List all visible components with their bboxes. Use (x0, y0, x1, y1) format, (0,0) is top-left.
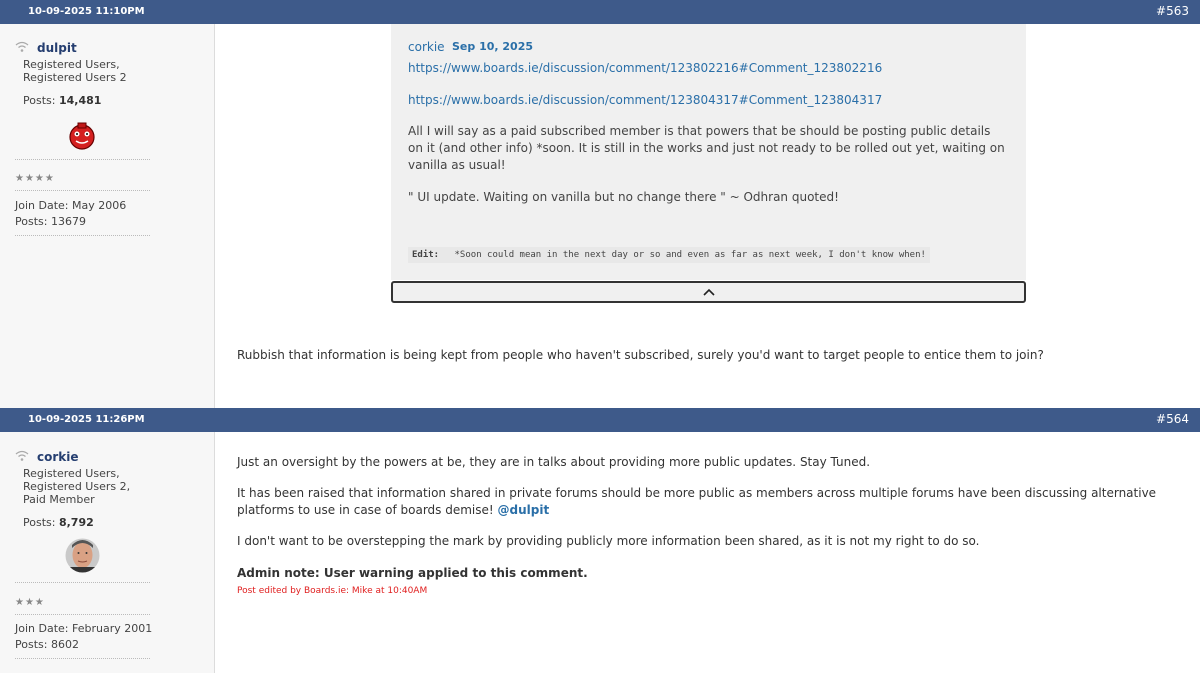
post-count: Posts: 8,792 (23, 516, 94, 529)
post-paragraph: Just an oversight by the powers at be, t… (237, 455, 871, 469)
posts-total: Posts: 8602 (15, 638, 79, 651)
post-count: Posts: 14,481 (23, 94, 102, 107)
posts-total: Posts: 13679 (15, 215, 86, 228)
user-rank-stars: ★★★ (15, 597, 45, 608)
divider (15, 235, 150, 236)
admin-note: Admin note: User warning applied to this… (237, 566, 588, 580)
user-group: Registered Users 2, (23, 480, 131, 493)
online-status-icon (15, 41, 29, 52)
quote-edit-note: Edit: *Soon could mean in the next day o… (408, 247, 930, 263)
divider (15, 614, 150, 615)
divider (15, 190, 150, 191)
divider (15, 658, 150, 659)
collapse-quote-button[interactable] (391, 281, 1026, 303)
user-group: Paid Member (23, 493, 95, 506)
quote-link[interactable]: https://www.boards.ie/discussion/comment… (408, 61, 882, 75)
user-panel: dulpit Registered Users, Registered User… (0, 24, 215, 408)
quote-date-link[interactable]: Sep 10, 2025 (452, 40, 533, 53)
online-status-icon (15, 450, 29, 461)
quote-link[interactable]: https://www.boards.ie/discussion/comment… (408, 93, 882, 107)
divider (15, 582, 150, 583)
user-info: Join Date: May 2006 Posts: 13679 (15, 198, 126, 230)
avatar[interactable] (66, 120, 98, 152)
user-group: Registered Users, (23, 467, 120, 480)
user-info: Join Date: February 2001 Posts: 8602 (15, 621, 152, 653)
post-date: 10-09-2025 11:26PM (28, 414, 145, 425)
quote-block: corkie Sep 10, 2025 https://www.boards.i… (391, 24, 1026, 280)
post-paragraph: I don't want to be overstepping the mark… (237, 534, 980, 548)
user-group: Registered Users, (23, 58, 120, 71)
post-number-link[interactable]: #564 (1156, 412, 1189, 426)
post-paragraph: It has been raised that information shar… (237, 486, 1157, 517)
post-number-link[interactable]: #563 (1156, 4, 1189, 18)
post-header: 10-09-2025 11:26PM #564 (0, 408, 1200, 432)
user-groups: Registered Users, Registered Users 2, Pa… (23, 467, 130, 506)
avatar[interactable] (65, 538, 100, 573)
user-panel: corkie Registered Users, Registered User… (0, 432, 215, 673)
username-link[interactable]: dulpit (37, 41, 77, 55)
post-edited-note: Post edited by Boards.ie: Mike at 10:40A… (237, 586, 428, 596)
user-rank-stars: ★★★★ (15, 173, 55, 184)
divider (15, 159, 150, 160)
post-header: 10-09-2025 11:10PM #563 (0, 0, 1200, 24)
user-group: Registered Users 2 (23, 71, 127, 84)
join-date: Join Date: May 2006 (15, 199, 127, 212)
post-date: 10-09-2025 11:10PM (28, 6, 145, 17)
quote-author-link[interactable]: corkie (408, 40, 445, 54)
post-564: 10-09-2025 11:26PM #564 corkie Registere… (0, 408, 1200, 673)
quote-paragraph: " UI update. Waiting on vanilla but no c… (408, 190, 839, 204)
user-groups: Registered Users, Registered Users 2 (23, 58, 127, 84)
post-body: Rubbish that information is being kept f… (237, 348, 1044, 362)
username-link[interactable]: corkie (37, 450, 79, 464)
chevron-up-icon (703, 288, 715, 296)
join-date: Join Date: February 2001 (15, 622, 153, 635)
post-563: 10-09-2025 11:10PM #563 dulpit Registere… (0, 0, 1200, 408)
user-mention-link[interactable]: @dulpit (498, 503, 550, 517)
quote-paragraph: All I will say as a paid subscribed memb… (408, 124, 1005, 172)
